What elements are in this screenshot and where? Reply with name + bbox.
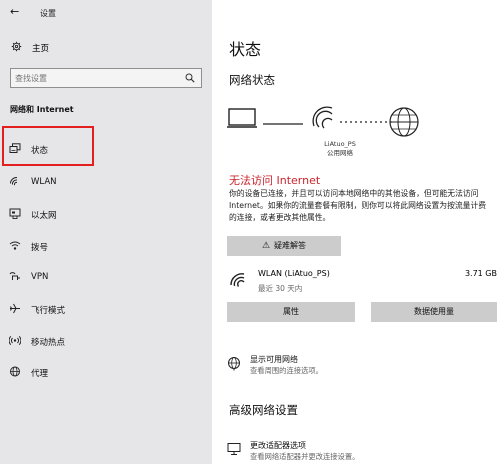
sidebar-item-ethernet[interactable]: 以太网 — [0, 200, 212, 226]
troubleshoot-button[interactable]: ⚠ 疑难解答 — [227, 236, 341, 256]
show-available-networks-link[interactable]: 显示可用网络 查看周围的连接选项。 — [227, 354, 497, 382]
connection-name: LiAtuo_PS — [324, 140, 356, 148]
troubleshoot-label: 疑难解答 — [274, 241, 307, 250]
sidebar-item-hotspot[interactable]: 移动热点 — [0, 327, 212, 353]
search-icon[interactable] — [185, 73, 195, 83]
sidebar-item-label: 移动热点 — [31, 338, 66, 348]
wifi-icon — [230, 273, 245, 287]
wlan-data-used: 3.71 GB — [464, 269, 497, 278]
show-networks-title: 显示可用网络 — [250, 355, 298, 364]
title-bar: ← 设置 — [0, 0, 212, 24]
sidebar-item-label: WLAN — [31, 177, 57, 187]
search-box[interactable] — [10, 68, 202, 88]
main-content: 状态 网络状态 LiAtuo_PS 公用网络 无法访问 Internet 你的设… — [212, 0, 500, 464]
airplane-icon — [10, 303, 20, 314]
advanced-settings-heading: 高级网络设置 — [229, 403, 298, 417]
network-status-heading: 网络状态 — [229, 73, 275, 87]
dialup-icon — [9, 241, 21, 250]
no-internet-status: 无法访问 Internet — [229, 174, 321, 187]
network-diagram: LiAtuo_PS 公用网络 — [227, 104, 427, 164]
gear-icon — [11, 41, 22, 52]
selection-highlight-box — [2, 126, 94, 166]
sidebar-item-airplane[interactable]: 飞行模式 — [0, 295, 212, 321]
app-title: 设置 — [40, 9, 56, 18]
status-description: 你的设备已连接，并且可以访问本地网络中的其他设备，但可能无法访问 Interne… — [229, 189, 487, 222]
wlan-connection-row: WLAN (LiAtuo_PS) 最近 30 天内 3.71 GB — [227, 266, 497, 296]
monitor-icon — [227, 443, 241, 455]
sidebar-item-vpn[interactable]: VPN — [0, 263, 212, 289]
globe-icon — [389, 107, 419, 137]
sidebar: ← 设置 主页 网络和 Internet 状态 — [0, 0, 212, 464]
back-arrow-icon[interactable]: ← — [10, 5, 19, 18]
data-usage-button[interactable]: 数据使用量 — [371, 302, 497, 322]
search-input[interactable] — [15, 71, 175, 85]
sidebar-item-label: 以太网 — [31, 211, 57, 221]
ethernet-icon — [9, 208, 21, 219]
wifi-signal-icon — [312, 106, 333, 129]
sidebar-item-proxy[interactable]: 代理 — [0, 358, 212, 384]
network-type: 公用网络 — [327, 149, 353, 157]
wlan-name: WLAN (LiAtuo_PS) — [258, 269, 330, 278]
sidebar-item-label: 主页 — [32, 44, 50, 54]
connection-label: LiAtuo_PS 公用网络 — [323, 140, 357, 158]
wlan-time-range: 最近 30 天内 — [258, 284, 303, 293]
change-adapter-options-link[interactable]: 更改适配器选项 查看网络适配器并更改连接设置。 — [227, 440, 497, 464]
sidebar-item-label: 飞行模式 — [31, 306, 66, 316]
warning-icon: ⚠ — [261, 241, 271, 251]
sidebar-item-label: VPN — [31, 272, 49, 282]
page-title: 状态 — [229, 40, 262, 59]
globe-network-icon — [228, 357, 240, 371]
wifi-icon — [9, 177, 18, 186]
sidebar-item-dialup[interactable]: 拨号 — [0, 232, 212, 258]
hotspot-icon — [9, 335, 21, 346]
sidebar-item-home[interactable]: 主页 — [0, 36, 212, 58]
change-adapter-title: 更改适配器选项 — [250, 441, 306, 450]
laptop-icon — [227, 108, 257, 128]
proxy-icon — [10, 366, 20, 377]
sidebar-item-label: 代理 — [31, 369, 49, 379]
sidebar-item-wlan[interactable]: WLAN — [0, 168, 212, 194]
vpn-icon — [9, 272, 20, 280]
show-networks-subtitle: 查看周围的连接选项。 — [250, 366, 323, 375]
sidebar-section-title: 网络和 Internet — [10, 105, 74, 114]
sidebar-item-label: 拨号 — [31, 243, 49, 253]
change-adapter-subtitle: 查看网络适配器并更改连接设置。 — [250, 452, 360, 461]
properties-button[interactable]: 属性 — [227, 302, 355, 322]
